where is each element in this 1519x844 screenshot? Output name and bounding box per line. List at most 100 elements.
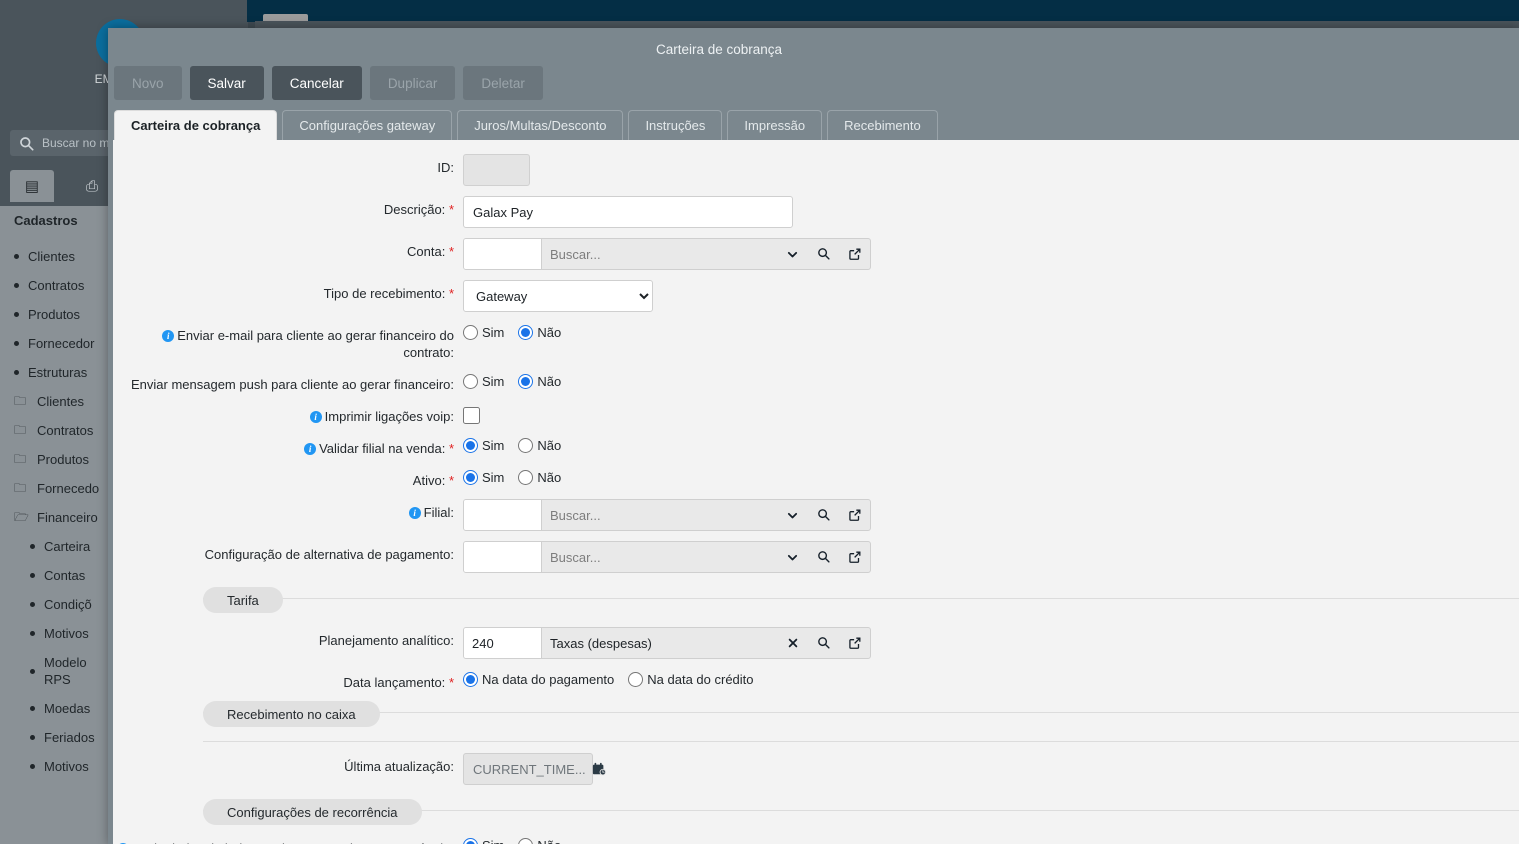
sidebar-item-label: Contratos	[28, 278, 85, 293]
tab-impressao[interactable]: Impressão	[727, 110, 823, 140]
imprimir-voip-checkbox[interactable]	[463, 407, 480, 424]
modal-toolbar: Novo Salvar Cancelar Duplicar Deletar	[114, 66, 543, 100]
field-row-ativo: Ativo: * Sim Não	[113, 467, 1519, 489]
info-icon[interactable]: i	[309, 411, 322, 423]
data-lancamento-credito[interactable]: Na data do crédito	[628, 672, 754, 687]
filial-lookup: Buscar...	[463, 499, 871, 531]
field-row-tipo-recebimento: Tipo de recebimento: * Gateway	[113, 280, 1519, 312]
sidebar-tab-list[interactable]: ▤	[10, 170, 54, 202]
cancelar-button[interactable]: Cancelar	[271, 66, 362, 100]
baixa-boleto-nao-radio[interactable]	[518, 838, 534, 844]
config-alternativa-label: Configuração de alternativa de pagamento…	[204, 547, 454, 562]
external-link-icon[interactable]	[839, 542, 870, 572]
data-lancamento-pagamento-label: Na data do pagamento	[482, 672, 615, 687]
info-icon[interactable]: i	[408, 507, 421, 519]
sidebar-item-label: Carteira	[44, 539, 91, 554]
search-icon[interactable]	[808, 500, 839, 530]
carteira-form: ID: Descrição: * Conta: * Buscar...	[113, 140, 1519, 844]
info-icon[interactable]: i	[162, 330, 175, 342]
ativo-sim-label: Sim	[482, 470, 505, 485]
conta-label: Conta: *	[407, 244, 454, 259]
push-cliente-nao[interactable]: Não	[518, 374, 561, 389]
field-row-conta: Conta: * Buscar...	[113, 238, 1519, 270]
novo-button[interactable]: Novo	[114, 66, 182, 100]
push-cliente-sim-radio[interactable]	[463, 374, 478, 389]
tab-recebimento[interactable]: Recebimento	[827, 110, 938, 140]
ativo-sim[interactable]: Sim	[463, 470, 504, 485]
bullet-icon	[14, 341, 19, 346]
baixa-boleto-sim-radio[interactable]	[463, 838, 478, 844]
search-icon[interactable]	[808, 628, 839, 658]
clear-icon[interactable]	[777, 628, 808, 658]
sidebar-item-label: Modelo RPS	[44, 655, 87, 687]
duplicar-button[interactable]: Duplicar	[369, 66, 456, 100]
ativo-label: Ativo: *	[412, 473, 454, 488]
section-inner-divider	[203, 741, 1519, 742]
conta-code-input[interactable]	[464, 239, 542, 269]
tab-instrucoes[interactable]: Instruções	[628, 110, 723, 140]
external-link-icon[interactable]	[839, 239, 870, 269]
sidebar-item-label: Fornecedor	[28, 336, 95, 351]
validar-filial-sim-radio[interactable]	[463, 438, 478, 453]
ativo-nao-radio[interactable]	[518, 470, 534, 485]
data-lancamento-label: Data lançamento: *	[343, 675, 454, 690]
filial-label: i Filial:	[113, 499, 463, 521]
email-cliente-nao[interactable]: Não	[518, 325, 561, 340]
info-icon[interactable]: i	[304, 443, 317, 455]
tipo-recebimento-select[interactable]: Gateway	[463, 280, 653, 312]
descricao-label: Descrição: *	[383, 202, 454, 217]
tab-juros-multas-desconto[interactable]: Juros/Multas/Desconto	[457, 110, 624, 140]
calendar-clock-icon[interactable]	[592, 762, 606, 776]
data-lancamento-pagamento-radio[interactable]	[463, 672, 478, 687]
data-lancamento-credito-radio[interactable]	[628, 672, 644, 687]
field-row-id: ID:	[113, 154, 1519, 186]
search-icon	[19, 136, 34, 151]
ativo-sim-radio[interactable]	[463, 470, 478, 485]
descricao-input[interactable]	[463, 196, 793, 228]
bullet-icon	[14, 312, 19, 317]
ultima-atualizacao-value: CURRENT_TIME...	[473, 761, 586, 777]
printer-icon: ⎙	[85, 177, 98, 195]
email-cliente-nao-radio[interactable]	[518, 325, 534, 340]
field-row-descricao: Descrição: *	[113, 196, 1519, 228]
validar-filial-nao-radio[interactable]	[518, 438, 534, 453]
chevron-down-icon[interactable]	[777, 542, 808, 572]
push-cliente-nao-label: Não	[537, 374, 562, 389]
ativo-nao[interactable]: Não	[518, 470, 561, 485]
validar-filial-nao-label: Não	[537, 438, 562, 453]
bullet-icon	[30, 668, 35, 674]
ultima-atualizacao-field[interactable]: CURRENT_TIME...	[463, 753, 606, 785]
push-cliente-sim[interactable]: Sim	[463, 374, 504, 389]
tab-carteira-de-cobranca[interactable]: Carteira de cobrança	[114, 110, 278, 140]
external-link-icon[interactable]	[839, 628, 870, 658]
id-input[interactable]	[463, 154, 530, 186]
validar-filial-sim[interactable]: Sim	[463, 438, 504, 453]
email-cliente-sim[interactable]: Sim	[463, 325, 504, 340]
section-tarifa-label: Tarifa	[203, 587, 283, 613]
carteira-de-cobranca-modal: Carteira de cobrança Novo Salvar Cancela…	[108, 28, 1519, 844]
modal-body: ID: Descrição: * Conta: * Buscar...	[113, 140, 1519, 844]
validar-filial-nao[interactable]: Não	[518, 438, 561, 453]
search-icon[interactable]	[808, 542, 839, 572]
baixa-boleto-sim[interactable]: Sim	[463, 838, 504, 844]
sidebar-item-label: Produtos	[37, 452, 90, 467]
chevron-down-icon[interactable]	[777, 239, 808, 269]
search-icon[interactable]	[808, 239, 839, 269]
baixa-boleto-nao[interactable]: Não	[518, 838, 561, 844]
email-cliente-sim-radio[interactable]	[463, 325, 478, 340]
section-recebimento-no-caixa-label: Recebimento no caixa	[203, 701, 380, 727]
external-link-icon[interactable]	[839, 500, 870, 530]
config-alternativa-code-input[interactable]	[464, 542, 542, 572]
id-label: ID:	[437, 160, 454, 175]
tab-configuracoes-gateway[interactable]: Configurações gateway	[282, 110, 453, 140]
filial-code-input[interactable]	[464, 500, 542, 530]
sidebar-item-label: Fornecedo	[37, 481, 100, 496]
deletar-button[interactable]: Deletar	[463, 66, 543, 100]
chevron-down-icon[interactable]	[777, 500, 808, 530]
planejamento-code-input[interactable]	[464, 628, 542, 658]
push-cliente-nao-radio[interactable]	[518, 374, 534, 389]
data-lancamento-pagamento[interactable]: Na data do pagamento	[463, 672, 614, 687]
salvar-button[interactable]: Salvar	[189, 66, 264, 100]
ativo-nao-label: Não	[537, 470, 562, 485]
filial-description: Buscar...	[550, 507, 601, 523]
